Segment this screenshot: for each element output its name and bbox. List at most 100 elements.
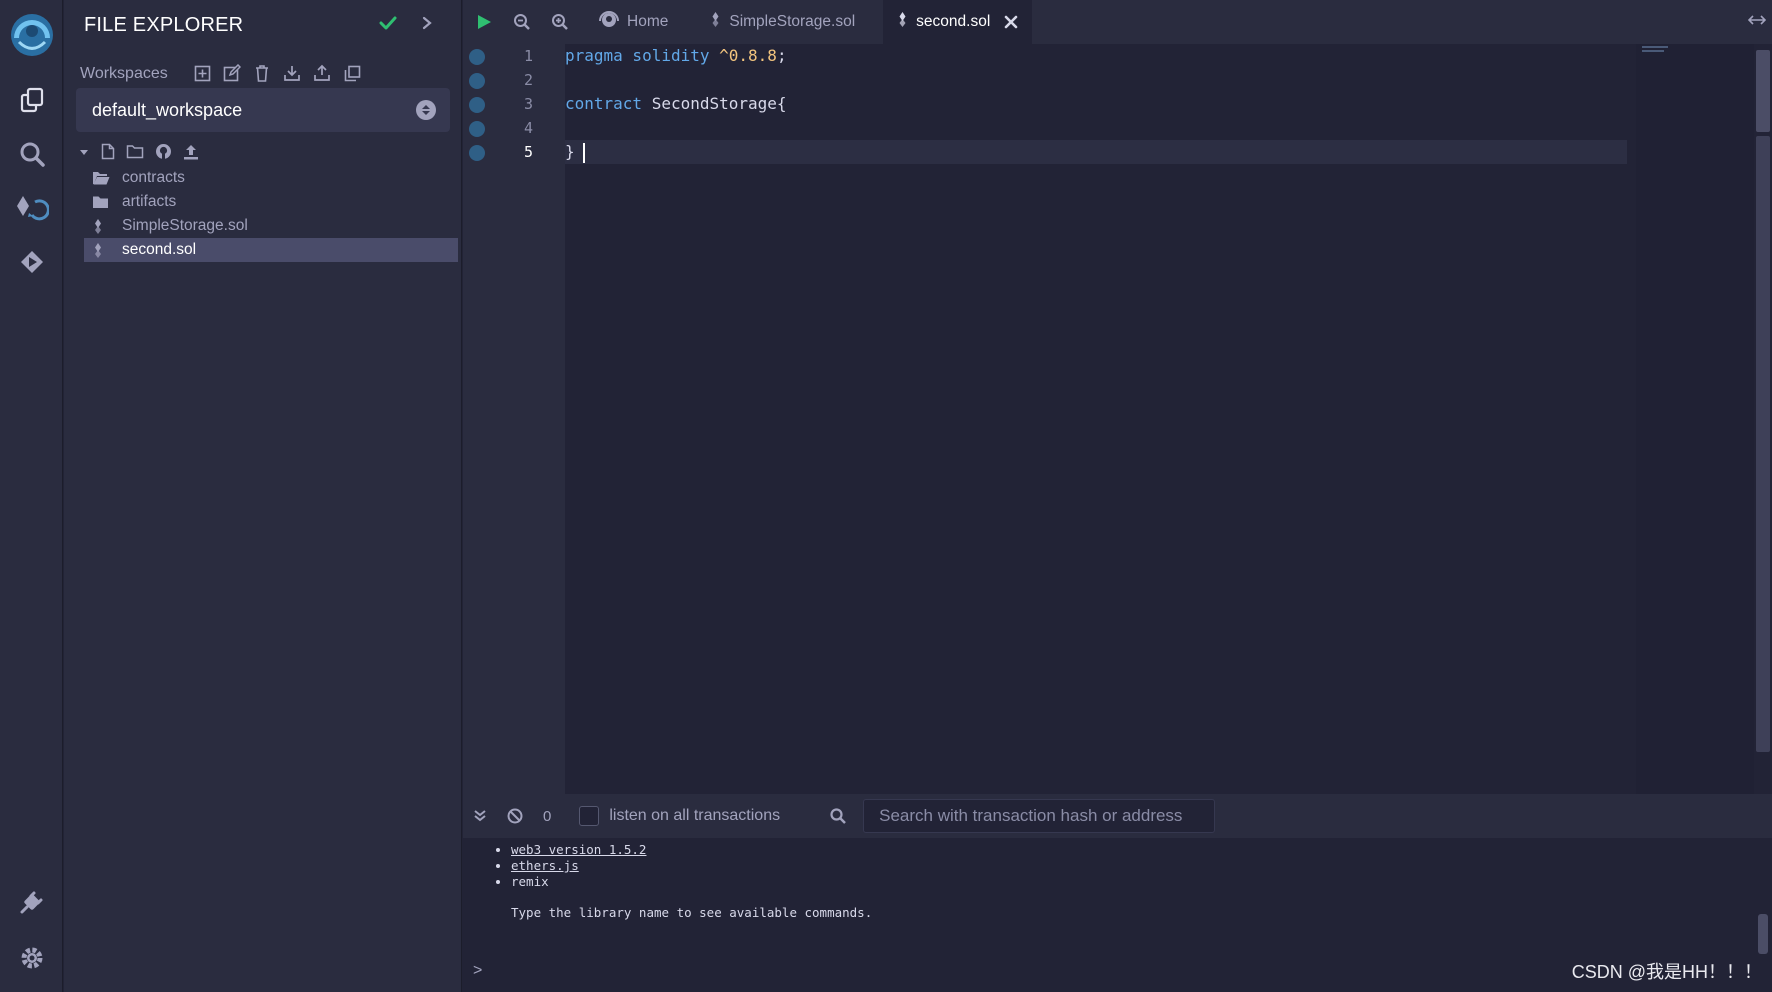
tab-label: SimpleStorage.sol	[729, 13, 856, 30]
tree-item-contracts[interactable]: contracts	[84, 166, 458, 190]
code-editor[interactable]: 1 2 3 4 5 pragma solidity ^0.8.8; contra…	[463, 44, 1772, 794]
listen-all-label: listen on all transactions	[609, 807, 781, 824]
breakpoint-dot[interactable]	[469, 73, 485, 89]
code-keyword: pragma solidity	[565, 46, 710, 65]
tree-item-label: SimpleStorage.sol	[122, 217, 248, 234]
github-icon[interactable]	[155, 143, 172, 160]
collapse-terminal-icon[interactable]	[473, 809, 487, 823]
list-item: remix	[511, 874, 646, 890]
terminal-output: web3 version 1.5.2 ethers.js remix Type …	[463, 838, 1772, 992]
editor-scrollbar[interactable]	[1754, 44, 1772, 794]
code-line: contract SecondStorage{	[565, 92, 1627, 116]
zoom-in-icon[interactable]	[541, 0, 579, 44]
download-workspace-icon[interactable]	[282, 63, 302, 83]
text-caret	[582, 142, 585, 163]
minimap-line	[1642, 46, 1668, 48]
solidity-compiler-icon[interactable]	[0, 188, 63, 232]
workspaces-label: Workspaces	[80, 65, 168, 82]
solidity-file-icon	[92, 242, 114, 259]
editor-gutter: 1 2 3 4 5	[463, 44, 565, 794]
search-icon	[830, 808, 846, 824]
breakpoint-dot[interactable]	[469, 121, 485, 137]
delete-workspace-icon[interactable]	[252, 63, 272, 83]
new-folder-icon[interactable]	[126, 144, 144, 159]
workspace-select[interactable]: default_workspace	[76, 88, 450, 132]
code-version: ^0.8.8	[719, 46, 777, 65]
collapse-panel-chevron-icon[interactable]	[420, 15, 434, 36]
line-number: 5	[523, 143, 533, 161]
close-tab-icon[interactable]	[1004, 15, 1018, 29]
code-text: ;	[776, 46, 787, 65]
new-file-icon[interactable]	[101, 143, 115, 160]
minimap[interactable]	[1636, 44, 1754, 794]
code-keyword: contract	[565, 94, 643, 113]
list-item: web3 version 1.5.2	[511, 842, 646, 858]
code-area[interactable]: pragma solidity ^0.8.8; contract SecondS…	[565, 44, 1627, 794]
run-script-icon[interactable]	[465, 0, 503, 44]
tree-item-label: artifacts	[122, 193, 177, 210]
gutter-line: 2	[463, 68, 565, 92]
file-tree: contracts artifacts SimpleStorage.sol se…	[84, 166, 458, 262]
gutter-line: 1	[463, 44, 565, 68]
terminal-prompt[interactable]: >	[473, 962, 482, 980]
breakpoint-dot[interactable]	[469, 97, 485, 113]
file-explorer-panel: FILE EXPLORER Workspaces default_workspa…	[64, 0, 462, 992]
solidity-icon	[710, 11, 721, 33]
tab-label: second.sol	[916, 13, 991, 30]
library-list: web3 version 1.5.2 ethers.js remix	[495, 842, 646, 890]
collapse-tree-caret-icon[interactable]	[78, 146, 90, 158]
solidity-icon	[897, 11, 908, 33]
remix-ide: FILE EXPLORER Workspaces default_workspa…	[0, 0, 1772, 992]
folder-icon	[92, 195, 114, 209]
line-number: 4	[523, 119, 533, 137]
create-workspace-icon[interactable]	[192, 63, 212, 83]
code-line: pragma solidity ^0.8.8;	[565, 44, 1627, 68]
upload-icon[interactable]	[183, 144, 199, 160]
rename-workspace-icon[interactable]	[222, 63, 242, 83]
gutter-line: 5	[463, 140, 565, 164]
search-icon[interactable]	[0, 132, 63, 176]
tab-simplestorage-sol[interactable]: SimpleStorage.sol	[696, 0, 869, 44]
workspace-actions	[192, 63, 362, 83]
tree-item-label: second.sol	[122, 241, 197, 258]
restore-workspace-icon[interactable]	[312, 63, 332, 83]
listen-all-checkbox[interactable]	[579, 806, 600, 826]
library-name-remix: remix	[511, 874, 549, 889]
line-number: 3	[523, 95, 533, 113]
tree-item-second-sol[interactable]: second.sol	[84, 238, 458, 262]
settings-gear-icon[interactable]	[0, 936, 63, 980]
terminal-scrollbar-thumb[interactable]	[1758, 914, 1768, 954]
remix-logo-icon[interactable]	[0, 8, 63, 62]
library-link-ethers[interactable]: ethers.js	[511, 858, 579, 873]
tree-item-artifacts[interactable]: artifacts	[84, 190, 458, 214]
gutter-line: 4	[463, 116, 565, 140]
clone-workspace-icon[interactable]	[342, 63, 362, 83]
scrollbar-track-region	[1756, 136, 1770, 752]
breakpoint-dot[interactable]	[469, 145, 485, 161]
deploy-run-icon[interactable]	[0, 240, 63, 284]
expand-horizontal-icon[interactable]	[1747, 10, 1767, 31]
code-text: }	[565, 142, 575, 161]
sort-caret-icon	[416, 100, 436, 120]
tab-second-sol[interactable]: second.sol	[883, 0, 1033, 44]
breakpoint-dot[interactable]	[469, 49, 485, 65]
verified-check-icon[interactable]	[378, 13, 398, 38]
zoom-out-icon[interactable]	[503, 0, 541, 44]
scrollbar-thumb[interactable]	[1756, 50, 1770, 132]
watermark: CSDN @我是HH！！！	[1571, 962, 1762, 982]
line-number: 2	[523, 71, 533, 89]
tree-actions	[78, 143, 199, 160]
tab-home[interactable]: Home	[585, 0, 682, 44]
library-link-web3[interactable]: web3 version 1.5.2	[511, 842, 646, 857]
editor-tabs: Home SimpleStorage.sol second.sol	[463, 0, 1772, 44]
file-explorer-icon[interactable]	[0, 78, 63, 122]
plugin-manager-icon[interactable]	[0, 880, 63, 924]
transaction-search-input[interactable]	[863, 799, 1216, 833]
clear-console-icon[interactable]	[507, 808, 523, 824]
solidity-file-icon	[92, 218, 114, 235]
terminal-toolbar: 0 listen on all transactions	[463, 794, 1772, 838]
tree-item-simplestorage-sol[interactable]: SimpleStorage.sol	[84, 214, 458, 238]
folder-open-icon	[92, 171, 114, 185]
